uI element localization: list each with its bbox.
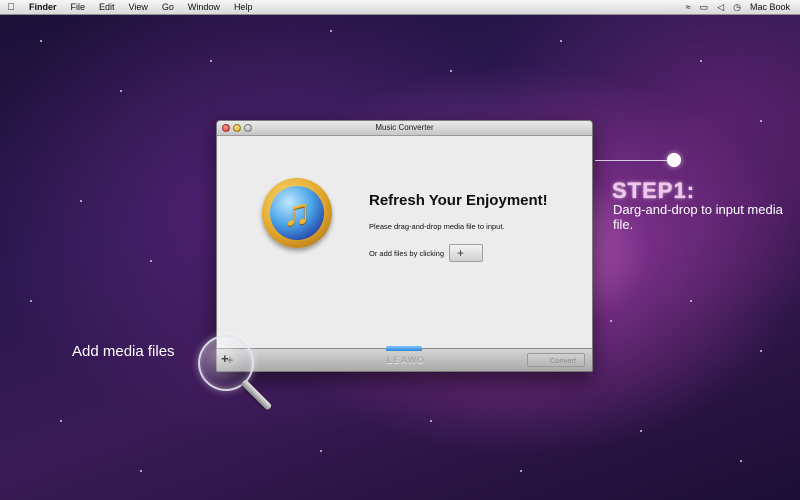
zoom-icon[interactable] <box>244 124 252 132</box>
title-bar[interactable]: Music Converter <box>217 121 592 136</box>
user-name[interactable]: Mac Book <box>750 2 790 12</box>
add-media-callout: Add media files <box>72 343 175 360</box>
magnified-plus: + <box>221 351 229 366</box>
music-note-icon: ♫ <box>262 178 332 248</box>
time-machine-icon[interactable]: ◷ <box>733 2 741 13</box>
step-title: STEP1: <box>612 178 696 203</box>
drag-instruction: Please drag-and-drop media file to input… <box>369 222 505 231</box>
bottom-toolbar: + LEAWO Convert <box>217 346 592 371</box>
add-files-button[interactable]: + <box>449 244 484 262</box>
window-controls <box>222 124 252 132</box>
add-files-label: Or add files by clicking <box>369 248 445 258</box>
music-converter-window: Music Converter ♫ Refresh Your Enjoyment… <box>216 120 593 372</box>
menu-go[interactable]: Go <box>155 2 181 12</box>
convert-button[interactable]: Convert <box>527 353 585 367</box>
drawer-toggle-tab[interactable] <box>386 346 422 351</box>
step-description: Darg-and-drop to input media file. <box>613 202 783 232</box>
apple-logo-icon[interactable]:  <box>0 2 22 13</box>
step-connector-dot <box>667 153 681 167</box>
menu-file[interactable]: File <box>64 2 93 12</box>
add-files-row: Or add files by clicking + <box>369 244 484 262</box>
menu-window[interactable]: Window <box>181 2 227 12</box>
menu-finder[interactable]: Finder <box>22 2 64 12</box>
battery-icon[interactable]: ▭ <box>700 2 709 13</box>
magnifier-handle <box>240 379 273 411</box>
menu-help[interactable]: Help <box>227 2 260 12</box>
status-area: ≈ ▭ ◁ ◷ Mac Book <box>686 2 800 13</box>
volume-icon[interactable]: ◁ <box>717 2 724 13</box>
drop-area[interactable]: ♫ Refresh Your Enjoyment! Please drag-an… <box>217 136 592 348</box>
minimize-icon[interactable] <box>233 124 241 132</box>
menu-bar:  Finder File Edit View Go Window Help ≈… <box>0 0 800 15</box>
headline: Refresh Your Enjoyment! <box>369 192 548 209</box>
menu-edit[interactable]: Edit <box>92 2 122 12</box>
menu-view[interactable]: View <box>122 2 155 12</box>
brand-logo: LEAWO <box>387 355 425 365</box>
window-title: Music Converter <box>375 123 434 132</box>
close-icon[interactable] <box>222 124 230 132</box>
step-connector-line <box>595 160 671 161</box>
wifi-icon[interactable]: ≈ <box>686 2 691 12</box>
